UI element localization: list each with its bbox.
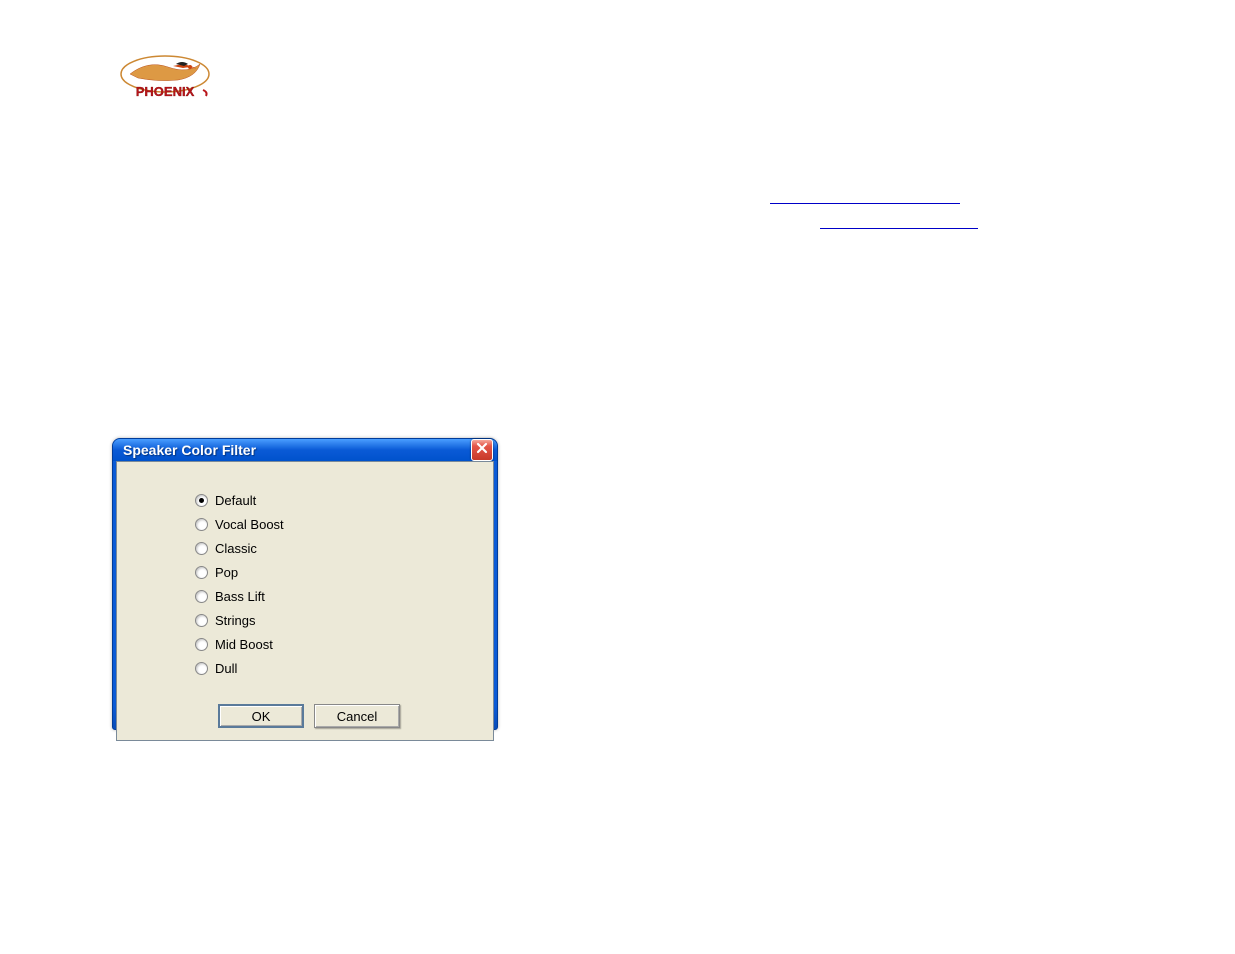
radio-label: Mid Boost [215, 637, 273, 652]
ok-button[interactable]: OK [218, 704, 304, 728]
radio-option-default[interactable]: Default [195, 490, 463, 510]
radio-dot-icon [199, 498, 204, 503]
radio-label: Default [215, 493, 256, 508]
radio-group: Default Vocal Boost Classic Pop Bass Lift Str… [195, 490, 463, 682]
button-row: OK Cancel [155, 704, 463, 728]
close-button[interactable] [471, 439, 493, 461]
radio-option-classic[interactable]: Classic [195, 538, 463, 558]
radio-option-bass-lift[interactable]: Bass Lift [195, 586, 463, 606]
radio-icon [195, 638, 208, 651]
svg-text:PHOENIX: PHOENIX [136, 84, 195, 99]
radio-option-vocal-boost[interactable]: Vocal Boost [195, 514, 463, 534]
close-icon [476, 441, 488, 459]
phoenix-logo: PHOENIX [118, 52, 212, 108]
radio-label: Vocal Boost [215, 517, 284, 532]
radio-label: Classic [215, 541, 257, 556]
radio-icon [195, 494, 208, 507]
radio-label: Bass Lift [215, 589, 265, 604]
cancel-button-label: Cancel [337, 709, 377, 724]
cancel-button[interactable]: Cancel [314, 704, 400, 728]
dialog-body: Default Vocal Boost Classic Pop Bass Lift Str… [116, 461, 494, 741]
dialog-titlebar[interactable]: Speaker Color Filter [113, 439, 497, 461]
radio-icon [195, 566, 208, 579]
speaker-color-filter-dialog: Speaker Color Filter Default Vocal Boost C… [112, 438, 498, 730]
radio-label: Dull [215, 661, 237, 676]
links-area [770, 203, 978, 229]
radio-icon [195, 542, 208, 555]
link-2[interactable] [820, 228, 978, 229]
radio-icon [195, 662, 208, 675]
radio-label: Pop [215, 565, 238, 580]
dialog-title: Speaker Color Filter [123, 442, 471, 458]
radio-icon [195, 518, 208, 531]
radio-icon [195, 590, 208, 603]
radio-label: Strings [215, 613, 255, 628]
radio-option-mid-boost[interactable]: Mid Boost [195, 634, 463, 654]
radio-option-pop[interactable]: Pop [195, 562, 463, 582]
radio-icon [195, 614, 208, 627]
radio-option-strings[interactable]: Strings [195, 610, 463, 630]
link-1[interactable] [770, 203, 960, 204]
radio-option-dull[interactable]: Dull [195, 658, 463, 678]
ok-button-label: OK [252, 709, 271, 724]
